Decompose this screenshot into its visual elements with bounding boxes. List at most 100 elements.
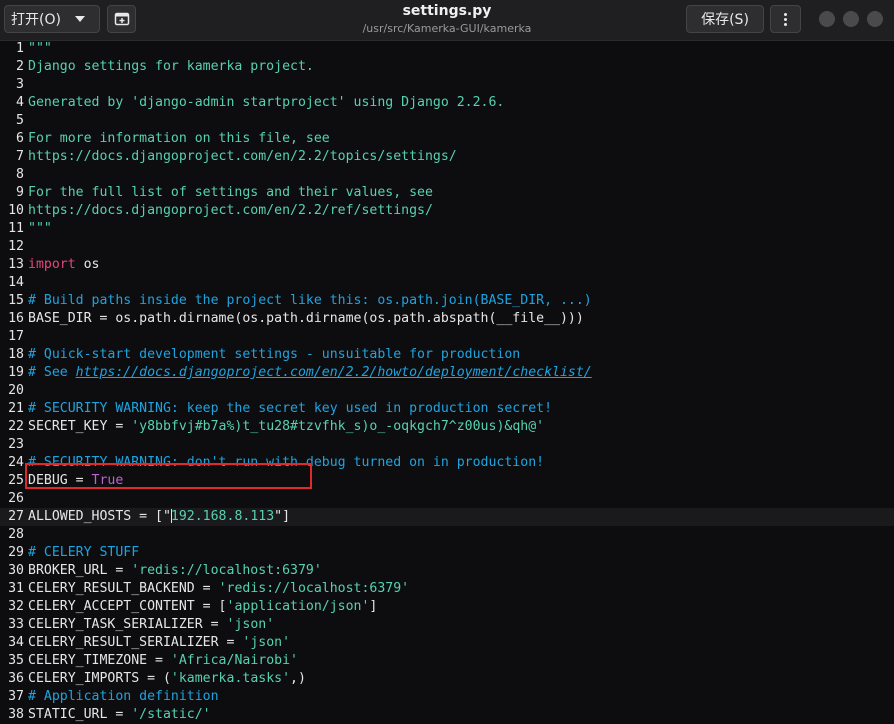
line-number: 20 [8,383,24,398]
code-line[interactable]: 16 BASE_DIR = os.path.dirname(os.path.dir… [0,310,894,328]
code-line[interactable]: 20 [0,382,894,400]
code-text: # Build paths inside the project like th… [24,292,592,310]
code-line[interactable]: 32 CELERY_ACCEPT_CONTENT = ['application/… [0,598,894,616]
code-line[interactable]: 1 """ [0,40,894,58]
code-token: import [28,257,76,272]
open-button[interactable]: 打开(O) [4,5,100,33]
code-token: ALLOWED_HOSTS = [" [28,509,171,524]
code-token: 'y8bbfvj#b7a%)t_tu28#tzvfhk_s)o_-oqkgch7… [131,419,545,434]
code-text: https://docs.djangoproject.com/en/2.2/re… [24,202,433,220]
code-line[interactable]: 36 CELERY_IMPORTS = ('kamerka.tasks',) [0,670,894,688]
code-text: ALLOWED_HOSTS = ["192.168.8.113"] [24,508,290,526]
new-document-button[interactable] [107,5,136,33]
line-number: 18 [8,347,24,362]
menu-button[interactable] [770,5,801,33]
line-number: 22 [8,419,24,434]
code-line[interactable]: 18 # Quick-start development settings - u… [0,346,894,364]
code-token: os [75,257,100,272]
code-text: CELERY_RESULT_SERIALIZER = 'json' [24,634,290,652]
code-line[interactable]: 15 # Build paths inside the project like … [0,292,894,310]
new-document-icon [114,12,129,26]
code-line[interactable]: 21 # SECURITY WARNING: keep the secret ke… [0,400,894,418]
line-number: 37 [8,689,24,704]
line-number: 16 [8,311,24,326]
code-token: """ [28,221,52,236]
close-button[interactable] [867,11,883,27]
code-text: CELERY_RESULT_BACKEND = 'redis://localho… [24,580,409,598]
code-line[interactable]: 28 [0,526,894,544]
code-token: CELERY_ACCEPT_CONTENT = [ [28,599,227,614]
code-line[interactable]: 26 [0,490,894,508]
line-number: 28 [8,527,24,542]
code-line[interactable]: 35 CELERY_TIMEZONE = 'Africa/Nairobi' [0,652,894,670]
code-line[interactable]: 9 For the full list of settings and their… [0,184,894,202]
line-number: 10 [8,203,24,218]
line-number: 23 [8,437,24,452]
code-line[interactable]: 7 https://docs.djangoproject.com/en/2.2/t… [0,148,894,166]
code-line[interactable]: 10 https://docs.djangoproject.com/en/2.2/… [0,202,894,220]
code-token: CELERY_RESULT_BACKEND = [28,581,219,596]
code-line[interactable]: 34 CELERY_RESULT_SERIALIZER = 'json' [0,634,894,652]
maximize-button[interactable] [843,11,859,27]
code-token: CELERY_RESULT_SERIALIZER = [28,635,243,650]
code-line[interactable]: 12 [0,238,894,256]
line-number: 9 [16,185,24,200]
code-line[interactable]: 31 CELERY_RESULT_BACKEND = 'redis://local… [0,580,894,598]
code-token: 'redis://localhost:6379' [218,581,410,596]
code-token: ] [369,599,378,614]
line-number: 3 [16,77,24,92]
line-number: 35 [8,653,24,668]
code-token: 'application/json' [226,599,370,614]
code-line[interactable]: 30 BROKER_URL = 'redis://localhost:6379' [0,562,894,580]
code-text: https://docs.djangoproject.com/en/2.2/to… [24,148,457,166]
line-number: 24 [8,455,24,470]
code-line[interactable]: 11 """ [0,220,894,238]
code-text: BROKER_URL = 'redis://localhost:6379' [24,562,322,580]
save-button[interactable]: 保存(S) [686,5,764,33]
code-editor[interactable]: 1 """ 2 Django settings for kamerka project… [0,40,894,722]
code-line[interactable]: 3 [0,76,894,94]
file-path: /usr/src/Kamerka-GUI/kamerka [362,22,532,35]
code-token: https://docs.djangoproject.com/en/2.2/to… [28,149,457,164]
code-text: """ [24,220,52,238]
code-line[interactable]: 5 [0,112,894,130]
code-line[interactable]: 22 SECRET_KEY = 'y8bbfvj#b7a%)t_tu28#tzvf… [0,418,894,436]
line-number: 30 [8,563,24,578]
menu-icon [784,12,787,16]
code-token: CELERY_IMPORTS = ( [28,671,171,686]
line-number: 31 [8,581,24,596]
code-line[interactable]: 19 # See https://docs.djangoproject.com/e… [0,364,894,382]
header-bar: 打开(O) settings.py /usr/src/Kamerka-GUI/k… [0,0,894,41]
code-line[interactable]: 13 import os [0,256,894,274]
code-line[interactable]: 17 [0,328,894,346]
code-line[interactable]: 14 [0,274,894,292]
line-number: 14 [8,275,24,290]
code-line[interactable]: 6 For more information on this file, see [0,130,894,148]
code-line[interactable]: 2 Django settings for kamerka project. [0,58,894,76]
code-line[interactable]: 38 STATIC_URL = '/static/' [0,706,894,724]
code-token: For more information on this file, see [28,131,330,146]
line-number: 15 [8,293,24,308]
code-text: For the full list of settings and their … [24,184,433,202]
line-number: 32 [8,599,24,614]
code-line[interactable]: 8 [0,166,894,184]
minimize-button[interactable] [819,11,835,27]
code-line[interactable]: 29 # CELERY STUFF [0,544,894,562]
code-token: '/static/' [131,707,211,722]
line-number: 34 [8,635,24,650]
code-line[interactable]: 37 # Application definition [0,688,894,706]
line-number: 27 [8,509,24,524]
line-number: 25 [8,473,24,488]
line-number: 8 [16,167,24,182]
code-token: ,) [290,671,306,686]
code-line[interactable]: 33 CELERY_TASK_SERIALIZER = 'json' [0,616,894,634]
code-token: CELERY_TIMEZONE = [28,653,171,668]
line-number: 6 [16,131,24,146]
code-line[interactable]: 23 [0,436,894,454]
line-number: 4 [16,95,24,110]
code-token: 192.168.8.113 [170,509,275,524]
code-line[interactable]: 27 ALLOWED_HOSTS = ["192.168.8.113"] [0,508,894,526]
line-number: 17 [8,329,24,344]
code-line[interactable]: 4 Generated by 'django-admin startproject… [0,94,894,112]
code-text: Generated by 'django-admin startproject'… [24,94,504,112]
